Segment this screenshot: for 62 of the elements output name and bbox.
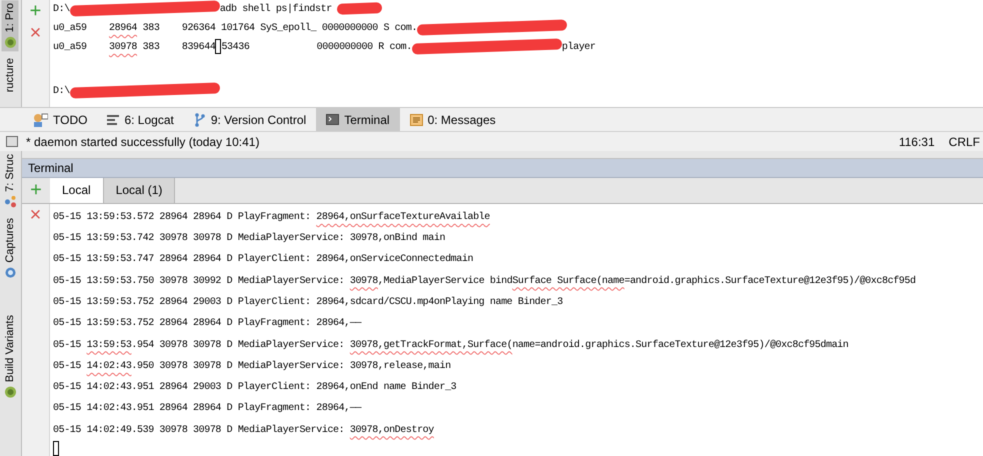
log-text: 05-15 13:59:53.752 28964 28964 D PlayFragment: 28964,——	[53, 318, 362, 330]
log-text: .954 30978 30978 D MediaPlayerService:	[131, 340, 346, 351]
log-text: 05-15 13:59:53.752 28964 29003 D PlayerClient: 28964,sdcard/CSCU.mp4onPlaying name Binder_3	[53, 296, 563, 308]
status-message: * daemon started successfully (today 10:41)	[26, 134, 260, 151]
log-text: 05-15	[53, 360, 82, 372]
line-separator-indicator[interactable]: CRLF	[948, 132, 983, 151]
log-text: name=android.graphics.SurfaceTexture@12e3f95)/@0xc8cf95dmain	[512, 340, 848, 351]
side-tab[interactable]: 1: Pro	[2, 0, 19, 52]
session-tab[interactable]: Local	[50, 178, 104, 203]
log-text: 05-15 13:59:53.742 30978 30978 D MediaPlayerService: 30978,onBind main	[53, 233, 446, 244]
console-text: adb shell ps|findstr	[220, 4, 333, 15]
tool-window-tab[interactable]: 6: Logcat	[97, 108, 184, 132]
panel-toggle-icon[interactable]	[6, 136, 18, 148]
branch-icon	[194, 112, 206, 127]
log-text: 05-15 14:02:43.951 28964 29003 D PlayerClient: 28964,onEnd name Binder_3	[53, 382, 456, 394]
underlined-text: 30978	[109, 42, 138, 53]
underlined-text: 30978	[350, 276, 378, 287]
log-text: .950 30978 30978 D MediaPlayerService: 30978,release,main	[131, 360, 451, 372]
tool-window-tab[interactable]: 0: Messages	[400, 108, 506, 132]
underlined-text: 30978,getTrackFormat,Surface(	[350, 340, 512, 351]
console-text: D:\	[53, 4, 70, 15]
log-text: 05-15 13:59:53.747 28964 28964 D PlayerClient: 28964,onServiceConnectedmain	[53, 254, 474, 266]
message-list-icon	[410, 114, 423, 126]
android-icon	[4, 386, 16, 398]
console-text: 53436 0000000000 R com.	[221, 42, 412, 53]
console-icon	[326, 114, 340, 126]
person-icon	[32, 112, 48, 127]
console-text: 383 839644	[142, 42, 216, 53]
console-text: 383 926364 101764 SyS_epoll_ 0000000000 S com.	[142, 23, 418, 34]
log-text: =android.graphics.SurfaceTexture@12e3f95)/@0xc8cf95d	[624, 276, 916, 287]
underlined-text: 28964	[109, 23, 138, 34]
console-text: D:\	[53, 86, 70, 97]
cursor-position: 116:31	[898, 134, 935, 151]
underlined-text: 30978,onDestroy	[350, 424, 434, 436]
underlined-text: Surface Surface(name	[512, 276, 624, 287]
side-tab[interactable]: Build Variants	[2, 312, 19, 401]
tool-window-tab[interactable]: TODO	[22, 108, 98, 132]
console-text: player	[562, 42, 596, 53]
dots-icon	[4, 196, 16, 208]
underlined-text: 13:59:53	[86, 340, 132, 351]
log-text: ,MediaPlayerService bind	[378, 276, 512, 287]
tool-window-tab[interactable]: 9: Version Control	[184, 108, 316, 132]
camera-lens-icon	[4, 266, 16, 279]
tool-window-tab[interactable]: Terminal	[316, 108, 400, 132]
console-text: u0_a59	[53, 23, 88, 34]
log-text: 05-15 13:59:53.750 30978 30992 D MediaPlayerService:	[53, 276, 346, 287]
panel-title: Terminal	[28, 160, 74, 177]
side-tab[interactable]: Captures	[2, 215, 19, 282]
log-text: 05-15	[53, 340, 82, 351]
lines-icon	[107, 114, 120, 125]
side-tab[interactable]: ructure	[2, 55, 19, 96]
console-text: u0_a59	[53, 42, 88, 53]
side-tab[interactable]: 7: Struc	[2, 151, 19, 212]
underlined-text: 14:02:43	[86, 360, 132, 372]
log-text: 05-15 14:02:43.951 28964 28964 D PlayFragment: 28964,——	[53, 403, 362, 414]
redaction-scribble	[337, 2, 383, 15]
log-text: 05-15 13:59:53.572 28964 28964 D PlayFragment:	[53, 212, 312, 223]
text-cursor	[215, 38, 222, 54]
session-tab[interactable]: Local (1)	[104, 178, 176, 203]
log-text: 05-15 14:02:49.539 30978 30978 D MediaPlayerService:	[53, 424, 346, 436]
android-icon	[4, 36, 16, 48]
underlined-text: 28964,onSurfaceTextureAvailable	[316, 212, 490, 223]
